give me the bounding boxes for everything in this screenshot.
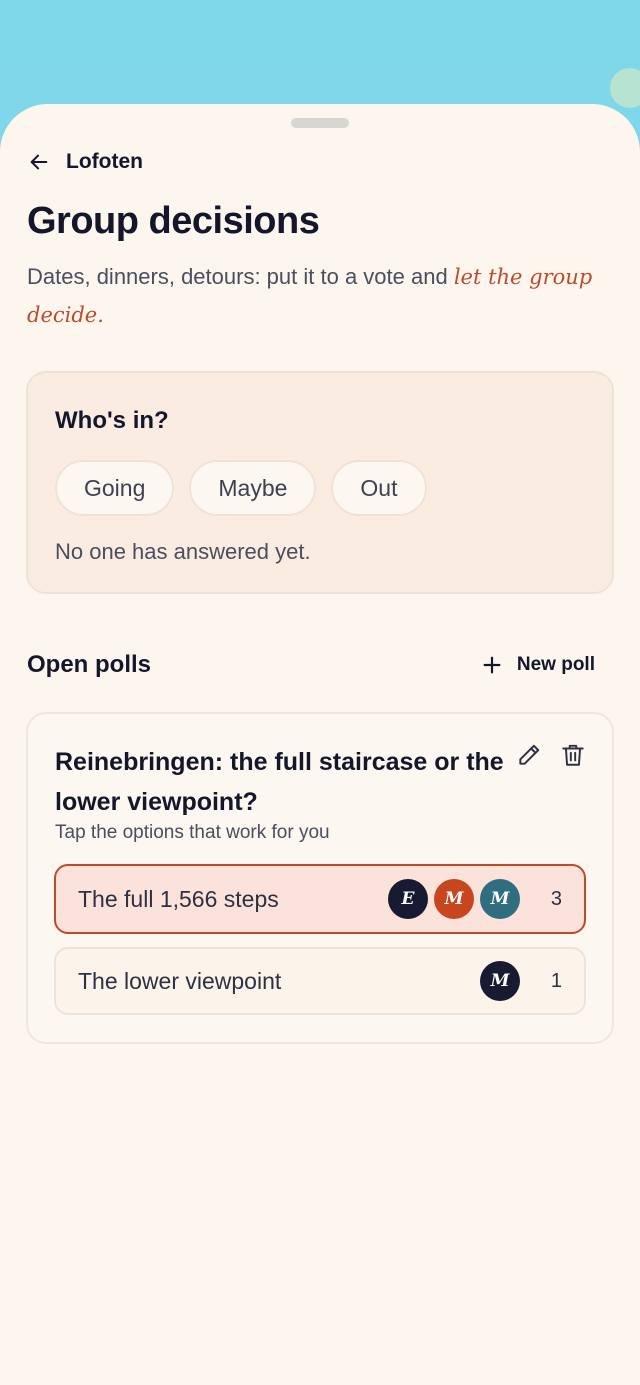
back-nav[interactable]: Lofoten: [28, 146, 143, 178]
poll-card: Reinebringen: the full staircase or the …: [26, 712, 614, 1044]
poll-option-label: The lower viewpoint: [78, 967, 282, 994]
polls-section-title: Open polls: [27, 651, 152, 678]
avatar: M: [434, 879, 474, 919]
rsvp-maybe-button[interactable]: Maybe: [189, 460, 317, 516]
poll-actions: [516, 742, 586, 768]
avatar: M: [480, 879, 520, 919]
rsvp-title: Who's in?: [55, 407, 169, 434]
avatar: M: [480, 961, 520, 1001]
poll-option-lower-viewpoint[interactable]: The lower viewpoint M 1: [54, 947, 586, 1015]
page-subtitle: Dates, dinners, detours: put it to a vot…: [27, 258, 617, 334]
back-label[interactable]: Lofoten: [66, 150, 143, 174]
avatar: E: [388, 879, 428, 919]
poll-question: Reinebringen: the full staircase or the …: [55, 748, 504, 816]
rsvp-empty-state: No one has answered yet.: [55, 539, 311, 564]
trash-icon[interactable]: [560, 742, 586, 768]
plus-icon: [483, 656, 501, 674]
vote-count: 1: [550, 969, 562, 992]
page-title: Group decisions: [27, 200, 320, 242]
polls-header: Open polls New poll: [27, 648, 595, 682]
new-poll-label: New poll: [516, 654, 595, 675]
rsvp-options: Going Maybe Out: [55, 460, 427, 516]
bottom-sheet: Lofoten Group decisions Dates, dinners, …: [0, 104, 640, 1385]
rsvp-going-button[interactable]: Going: [55, 460, 175, 516]
rsvp-card: Who's in? Going Maybe Out No one has ans…: [26, 371, 614, 594]
subtitle-text: Dates, dinners, detours: put it to a vot…: [27, 264, 454, 289]
pencil-icon[interactable]: [516, 742, 542, 768]
sheet-grabber[interactable]: [291, 118, 349, 128]
new-poll-button[interactable]: New poll: [481, 654, 595, 676]
voter-avatars: M: [480, 961, 520, 1001]
poll-option-label: The full 1,566 steps: [78, 885, 279, 912]
poll-hint: Tap the options that work for you: [55, 822, 330, 843]
vote-count: 3: [550, 887, 562, 910]
back-arrow-icon[interactable]: [28, 151, 50, 173]
rsvp-out-button[interactable]: Out: [331, 460, 427, 516]
poll-option-full-steps[interactable]: The full 1,566 steps E M M 3: [54, 864, 586, 934]
voter-avatars: E M M: [388, 879, 520, 919]
